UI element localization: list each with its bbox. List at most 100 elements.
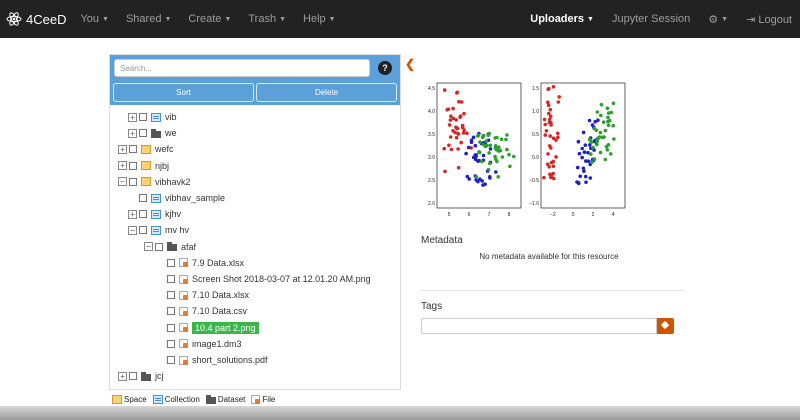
scatter-point — [611, 123, 615, 128]
tree-row[interactable]: + kjhv — [128, 206, 181, 222]
scatter-point — [589, 152, 593, 156]
scatter-point — [588, 138, 593, 142]
tree-row-label: vibhav_sample — [165, 193, 226, 203]
nav-jupyter-session[interactable]: Jupyter Session — [612, 13, 690, 25]
scatter-point — [584, 180, 588, 184]
nav-you-menu[interactable]: You ▼ — [80, 13, 109, 25]
scatter-point — [488, 147, 493, 151]
row-checkbox[interactable] — [167, 291, 175, 300]
row-checkbox[interactable] — [139, 210, 147, 219]
tree-row[interactable]: 7.10 Data.csv — [167, 303, 247, 319]
tree-row[interactable]: 7.9 Data.xlsx — [167, 255, 244, 271]
tree-row[interactable]: + jcj — [118, 368, 164, 384]
row-checkbox[interactable] — [167, 258, 175, 267]
scatter-point — [547, 144, 552, 148]
scatter-point — [582, 169, 586, 173]
tree-row-label: vib — [165, 112, 177, 122]
tree-row[interactable]: + wefc — [118, 141, 174, 157]
tree-row[interactable]: short_solutions.pdf — [167, 352, 268, 368]
row-checkbox[interactable] — [167, 307, 175, 316]
row-checkbox[interactable] — [129, 177, 137, 186]
tree-row[interactable]: − afaf — [144, 239, 196, 255]
scatter-point — [465, 131, 469, 135]
scatter-point — [590, 160, 594, 164]
expand-toggle-icon[interactable]: + — [118, 161, 127, 171]
scatter-point — [475, 134, 480, 138]
collapse-toggle-icon[interactable]: − — [144, 242, 153, 252]
row-checkbox[interactable] — [139, 129, 147, 138]
scatter-point — [448, 118, 453, 122]
metadata-message: No metadata available for this resource — [479, 252, 619, 261]
tree-row[interactable]: − vibhavk2 — [118, 174, 191, 190]
scatter-point — [448, 135, 453, 139]
file-icon — [179, 339, 188, 349]
expand-toggle-icon[interactable]: + — [128, 112, 137, 122]
row-checkbox[interactable] — [129, 161, 137, 170]
row-checkbox[interactable] — [167, 339, 175, 348]
help-icon[interactable]: ? — [378, 61, 392, 75]
row-checkbox[interactable] — [167, 356, 175, 364]
collapse-toggle-icon[interactable]: − — [118, 177, 127, 187]
collapse-toggle-icon[interactable]: − — [128, 225, 137, 235]
tree-row[interactable]: 10.4 part 2.png — [167, 320, 259, 336]
scatter-point — [594, 128, 599, 133]
scatter-point — [456, 165, 461, 170]
nav-trash-menu[interactable]: Trash ▼ — [248, 13, 286, 25]
expand-toggle-icon[interactable]: + — [128, 209, 137, 219]
legend-collection: Collection — [164, 395, 200, 404]
collapse-chevron-icon[interactable]: ❮ — [405, 57, 415, 71]
expand-toggle-icon[interactable]: + — [128, 128, 137, 138]
scatter-point — [474, 175, 479, 179]
scatter-point — [603, 128, 608, 133]
file-icon — [179, 258, 188, 268]
scatter-point — [462, 128, 466, 132]
scatter-point — [480, 135, 485, 139]
search-input[interactable] — [114, 59, 370, 77]
nav-shared-menu[interactable]: Shared ▼ — [126, 13, 171, 25]
brand-link[interactable]: 4CeeD — [6, 11, 66, 27]
y-tick-label: 3.0 — [428, 155, 435, 161]
logout-link[interactable]: ⇥ Logout — [746, 13, 792, 26]
expand-toggle-icon[interactable]: + — [118, 371, 127, 381]
tags-input[interactable] — [421, 318, 657, 334]
scatter-point — [606, 111, 611, 115]
row-checkbox[interactable] — [155, 242, 163, 251]
y-tick-label: 4.5 — [428, 86, 435, 92]
row-checkbox[interactable] — [139, 226, 147, 235]
y-tick-label: 3.5 — [428, 132, 435, 138]
add-tag-button[interactable] — [657, 318, 674, 334]
tree-row[interactable]: Screen Shot 2018-03-07 at 12.01.20 AM.pn… — [167, 271, 371, 287]
tree-row[interactable]: image1.dm3 — [167, 336, 242, 352]
settings-menu[interactable]: ⚙ ▼ — [708, 13, 728, 26]
space-icon — [112, 395, 122, 404]
scatter-point — [454, 125, 458, 129]
scatter-point — [469, 140, 474, 145]
row-checkbox[interactable] — [139, 194, 147, 202]
scatter-point — [493, 136, 497, 140]
delete-button[interactable]: Delete — [256, 83, 397, 102]
scatter-point — [493, 154, 497, 159]
scatter-point — [603, 157, 608, 162]
tree-row[interactable]: − mv hv — [128, 222, 189, 238]
scatter-point — [462, 111, 466, 116]
scatter-point — [546, 100, 550, 105]
tree-row[interactable]: 7.10 Data.xlsx — [167, 287, 249, 303]
sort-button[interactable]: Sort — [113, 83, 254, 102]
row-checkbox[interactable] — [129, 372, 137, 381]
nav-uploaders-menu[interactable]: Uploaders ▼ — [530, 13, 594, 25]
tree-row[interactable]: + we — [128, 125, 177, 141]
row-checkbox[interactable] — [167, 275, 175, 283]
tree-row[interactable]: vibhav_sample — [139, 190, 225, 206]
scatter-point — [582, 150, 587, 154]
scatter-point — [494, 148, 499, 152]
tree-row[interactable]: + njbj — [118, 158, 169, 174]
nav-help-menu[interactable]: Help ▼ — [303, 13, 336, 25]
row-checkbox[interactable] — [129, 145, 137, 154]
row-checkbox[interactable] — [139, 113, 147, 121]
expand-toggle-icon[interactable]: + — [118, 144, 127, 154]
nav-create-menu[interactable]: Create ▼ — [188, 13, 231, 25]
scatter-point — [543, 122, 548, 127]
tree-row[interactable]: + vib — [128, 109, 177, 125]
row-checkbox[interactable] — [167, 323, 175, 332]
scatter-point — [588, 176, 593, 180]
